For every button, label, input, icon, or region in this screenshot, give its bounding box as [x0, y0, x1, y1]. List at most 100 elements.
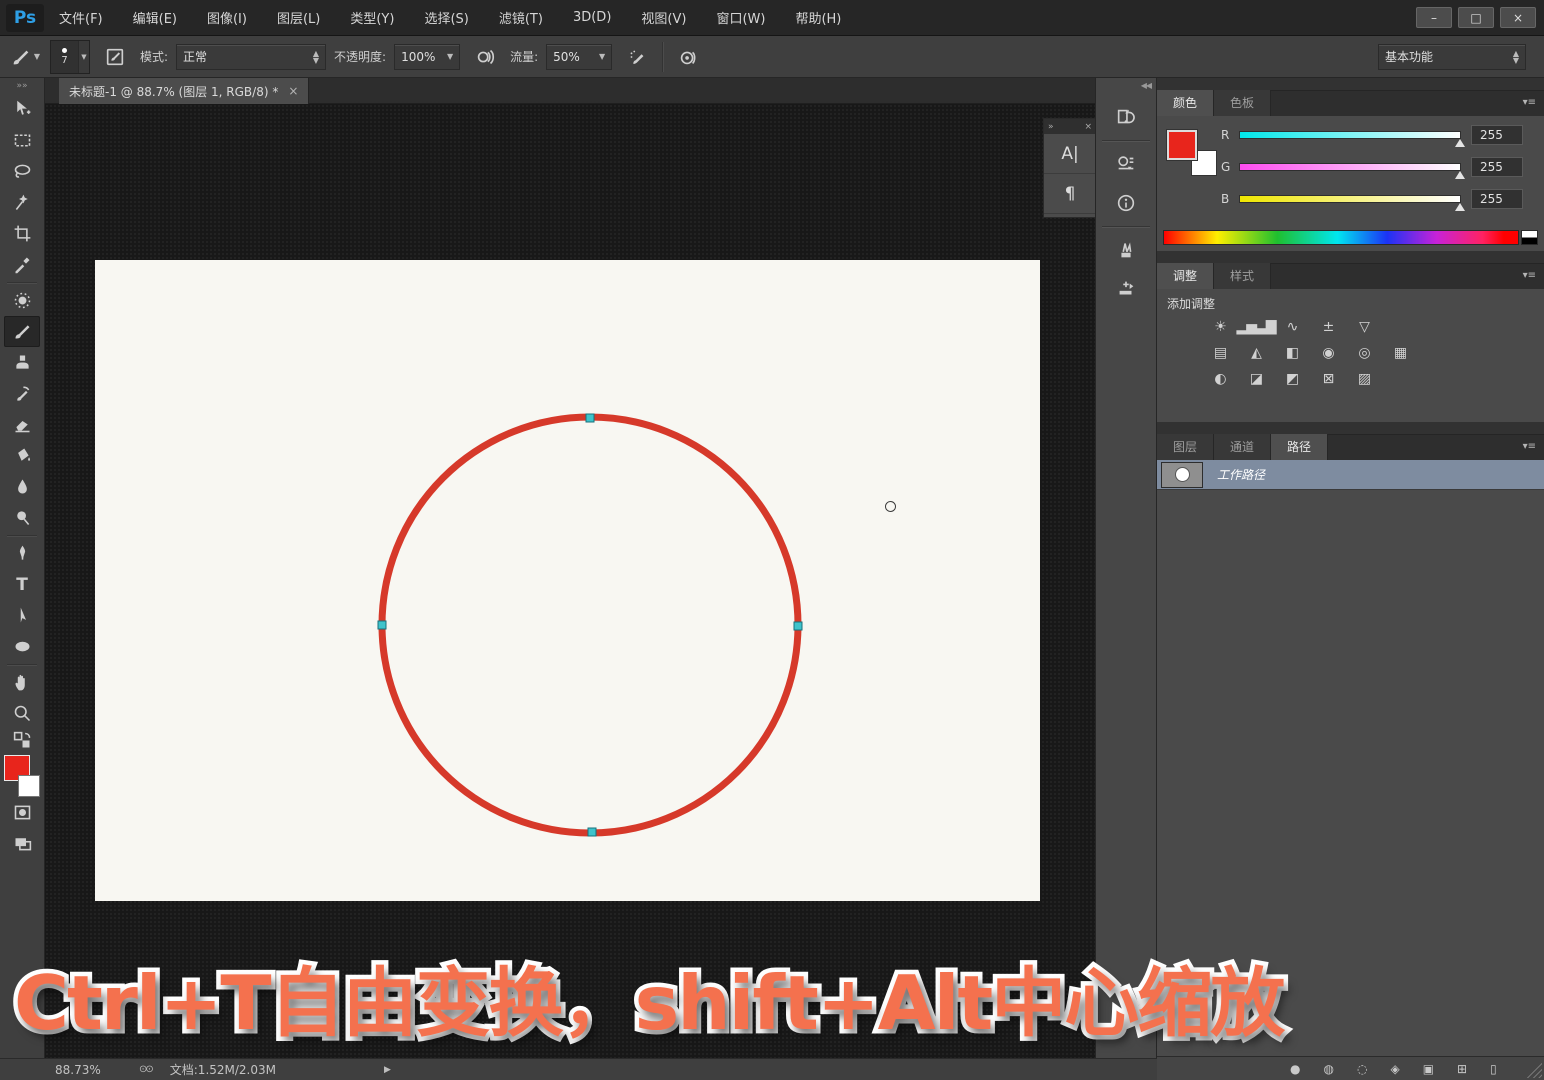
menu-item[interactable]: 滤镜(T): [484, 0, 558, 36]
swap-colors-icon[interactable]: [4, 729, 40, 751]
expand-panel-icon[interactable]: »: [1048, 122, 1054, 132]
blue-slider[interactable]: [1239, 195, 1461, 203]
red-circle-path[interactable]: [382, 417, 798, 833]
minimize-button[interactable]: –: [1416, 7, 1452, 28]
clone-stamp-tool[interactable]: [4, 347, 40, 378]
slider-thumb[interactable]: [1455, 203, 1465, 211]
black-white-ramp[interactable]: [1521, 230, 1538, 245]
hand-tool[interactable]: [4, 667, 40, 698]
menu-item[interactable]: 文件(F): [44, 0, 118, 36]
tab-swatches[interactable]: 色板: [1214, 90, 1271, 116]
paragraph-panel-icon[interactable]: ¶: [1044, 174, 1095, 214]
quick-mask-icon[interactable]: [4, 797, 40, 828]
lasso-tool[interactable]: [4, 156, 40, 187]
color-spectrum-ramp[interactable]: [1163, 230, 1519, 245]
gradient-tool[interactable]: [4, 440, 40, 471]
zoom-tool[interactable]: [4, 698, 40, 729]
path-selection-tool[interactable]: [4, 600, 40, 631]
background-color-swatch[interactable]: [18, 775, 40, 797]
menu-item[interactable]: 窗口(W): [701, 0, 780, 36]
red-slider[interactable]: [1239, 131, 1461, 139]
crop-tool[interactable]: [4, 218, 40, 249]
curves-icon[interactable]: ∿: [1279, 318, 1305, 337]
green-slider[interactable]: [1239, 163, 1461, 171]
info-icon[interactable]: [1106, 187, 1146, 219]
brush-tool-preset-icon[interactable]: ▼: [8, 42, 42, 72]
brightness-contrast-icon[interactable]: ☀: [1207, 318, 1233, 337]
close-button[interactable]: ×: [1500, 7, 1536, 28]
panel-menu-icon[interactable]: ▾≡: [1523, 97, 1536, 108]
color-lookup-icon[interactable]: ▦: [1387, 344, 1413, 363]
close-tab-icon[interactable]: ×: [288, 84, 298, 98]
color-balance-icon[interactable]: ◭: [1243, 344, 1269, 363]
pressure-size-icon[interactable]: [671, 42, 705, 72]
blur-tool[interactable]: [4, 471, 40, 502]
properties-icon[interactable]: [1106, 148, 1146, 180]
move-tool[interactable]: [4, 94, 40, 125]
blend-mode-select[interactable]: 正常 ▲▼: [176, 44, 326, 70]
tab-adjustments[interactable]: 调整: [1157, 263, 1214, 289]
brush-tool[interactable]: [4, 316, 40, 347]
selective-color-icon[interactable]: ⊠: [1315, 370, 1341, 389]
menu-item[interactable]: 图层(L): [262, 0, 335, 36]
pen-tool[interactable]: [4, 538, 40, 569]
brush-size-picker[interactable]: 7 ▼: [50, 40, 90, 74]
pressure-opacity-icon[interactable]: [468, 42, 502, 72]
type-tool[interactable]: T: [4, 569, 40, 600]
posterize-icon[interactable]: ◪: [1243, 370, 1269, 389]
black-white-icon[interactable]: ◧: [1279, 344, 1305, 363]
menu-item[interactable]: 帮助(H): [780, 0, 856, 36]
menu-item[interactable]: 选择(S): [409, 0, 483, 36]
panel-menu-icon[interactable]: ▾≡: [1523, 441, 1536, 452]
channel-mixer-icon[interactable]: ◎: [1351, 344, 1377, 363]
history-icon[interactable]: [1106, 101, 1146, 133]
character-panel-icon[interactable]: A|: [1044, 134, 1095, 174]
dodge-tool[interactable]: [4, 502, 40, 533]
clone-source-icon[interactable]: [1106, 273, 1146, 305]
vibrance-icon[interactable]: ▽: [1351, 318, 1377, 337]
document-tab[interactable]: 未标题-1 @ 88.7% (图层 1, RGB/8) * ×: [59, 78, 309, 104]
panel-menu-icon[interactable]: ▾≡: [1523, 270, 1536, 281]
magic-wand-tool[interactable]: [4, 187, 40, 218]
eyedropper-tool[interactable]: [4, 249, 40, 280]
hue-saturation-icon[interactable]: ▤: [1207, 344, 1233, 363]
invert-icon[interactable]: ◐: [1207, 370, 1233, 389]
menu-item[interactable]: 视图(V): [626, 0, 701, 36]
photo-filter-icon[interactable]: ◉: [1315, 344, 1341, 363]
expand-dock-icon[interactable]: ◀◀: [1096, 78, 1156, 94]
screen-mode-icon[interactable]: [4, 828, 40, 859]
tab-paths[interactable]: 路径: [1271, 434, 1328, 460]
slider-thumb[interactable]: [1455, 139, 1465, 147]
airbrush-icon[interactable]: [620, 42, 654, 72]
rect-marquee-tool[interactable]: [4, 125, 40, 156]
menu-item[interactable]: 3D(D): [558, 0, 626, 36]
menu-item[interactable]: 编辑(E): [118, 0, 192, 36]
threshold-icon[interactable]: ◩: [1279, 370, 1305, 389]
healing-brush-tool[interactable]: [4, 285, 40, 316]
tab-styles[interactable]: 样式: [1214, 263, 1271, 289]
levels-icon[interactable]: ▂▅▃▇: [1243, 318, 1269, 337]
gradient-map-icon[interactable]: ▨: [1351, 370, 1377, 389]
toggle-brush-panel-icon[interactable]: [98, 42, 132, 72]
tab-color[interactable]: 颜色: [1157, 90, 1214, 116]
opacity-select[interactable]: 100% ▼: [394, 44, 460, 70]
flow-select[interactable]: 50% ▼: [546, 44, 612, 70]
ellipse-tool[interactable]: [4, 631, 40, 662]
pasteboard[interactable]: » × A| ¶: [45, 104, 1095, 1058]
brush-presets-icon[interactable]: [1106, 234, 1146, 266]
slider-thumb[interactable]: [1455, 171, 1465, 179]
blue-value-field[interactable]: 255: [1471, 189, 1523, 209]
menu-item[interactable]: 图像(I): [192, 0, 262, 36]
foreground-color-swatch[interactable]: [1167, 130, 1197, 160]
eraser-tool[interactable]: [4, 409, 40, 440]
close-panel-icon[interactable]: ×: [1084, 122, 1092, 132]
green-value-field[interactable]: 255: [1471, 157, 1523, 177]
chevron-down-icon[interactable]: ▼: [78, 41, 89, 73]
tab-layers[interactable]: 图层: [1157, 434, 1214, 460]
history-brush-tool[interactable]: [4, 378, 40, 409]
red-value-field[interactable]: 255: [1471, 125, 1523, 145]
work-path-row[interactable]: 工作路径: [1157, 460, 1544, 490]
workspace-switcher[interactable]: 基本功能 ▲▼: [1378, 44, 1526, 70]
collapse-tools-icon[interactable]: »»: [0, 78, 44, 94]
exposure-icon[interactable]: ±: [1315, 318, 1341, 337]
